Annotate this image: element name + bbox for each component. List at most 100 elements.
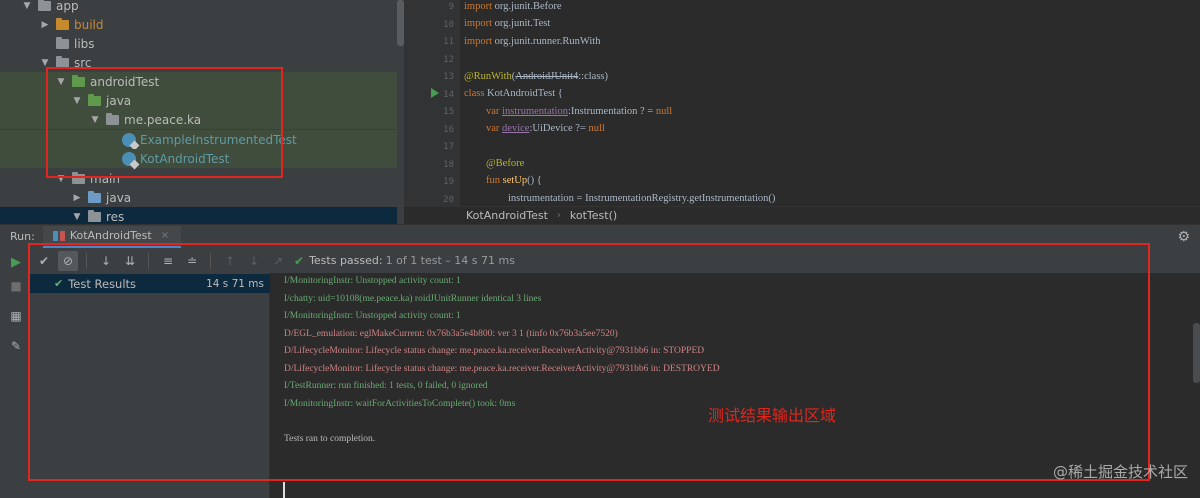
junit-config-icon xyxy=(52,230,65,241)
folder-icon xyxy=(56,36,69,49)
code-line: class KotAndroidTest { xyxy=(464,88,563,99)
console-line: I/MonitoringInstr: waitForActivitiesToCo… xyxy=(284,399,516,409)
sort-alpha-icon[interactable]: ↓ xyxy=(96,251,116,271)
console-line: D/LifecycleMonitor: Lifecycle status cha… xyxy=(284,364,720,374)
chevron-right-icon[interactable]: ▶ xyxy=(72,193,82,203)
package-icon xyxy=(106,112,119,125)
code-line: import org.junit.Before xyxy=(464,1,562,12)
code-line: import org.junit.Test xyxy=(464,18,551,29)
line-number: 9 xyxy=(448,2,454,12)
test-toolbar: ✔ ⊘ ↓ ⇊ ≡ ≐ ↑ ↓ ↗ ✔ Tests passed: 1 of 1… xyxy=(30,248,1200,273)
check-icon[interactable]: ✔ xyxy=(34,251,54,271)
check-icon: ✔ xyxy=(54,277,64,290)
play-icon[interactable]: ▶ xyxy=(8,254,24,270)
project-tree: ▼ app ▶ build libs ▼ src ▼ androidTest ▼… xyxy=(0,0,404,224)
expand-all-icon[interactable]: ≡ xyxy=(158,251,178,271)
breadcrumb-class[interactable]: KotAndroidTest xyxy=(466,209,548,222)
layout-icon[interactable]: ▦ xyxy=(8,308,24,324)
line-number: 12 xyxy=(443,55,454,65)
console-line: Tests ran to completion. xyxy=(284,434,376,444)
line-number: 16 xyxy=(443,125,454,135)
code-line: import org.junit.runner.RunWith xyxy=(464,36,601,47)
chevron-down-icon[interactable]: ▼ xyxy=(22,1,32,11)
toolbar-divider xyxy=(86,252,87,269)
tree-item-package[interactable]: ▼ me.peace.ka xyxy=(0,110,397,129)
tree-item-java-main[interactable]: ▶ java xyxy=(0,188,397,207)
test-status-text: Tests passed: xyxy=(309,254,383,267)
line-number: 19 xyxy=(443,177,454,187)
line-number: 18 xyxy=(443,160,454,170)
tree-item-main[interactable]: ▼ main xyxy=(0,169,397,188)
tree-item-res[interactable]: ▼ res xyxy=(0,207,397,224)
chevron-down-icon[interactable]: ▼ xyxy=(72,96,82,106)
chevron-down-icon[interactable]: ▼ xyxy=(56,77,66,87)
tree-item-kot-test[interactable]: KotAndroidTest xyxy=(0,149,397,168)
code-line: var device:UiDevice ?= null xyxy=(486,123,605,134)
run-tab-title: KotAndroidTest xyxy=(69,229,152,242)
tree-item-libs[interactable]: libs xyxy=(0,34,397,53)
close-icon[interactable]: × xyxy=(161,230,169,241)
console-scrollbar[interactable] xyxy=(1193,323,1200,383)
run-window-header: Run: KotAndroidTest × ⚙ xyxy=(0,224,1200,248)
breadcrumb-method[interactable]: kotTest() xyxy=(570,209,617,222)
toolbar-divider xyxy=(148,252,149,269)
folder-icon xyxy=(88,209,101,222)
folder-icon xyxy=(38,0,51,11)
kotlin-class-icon xyxy=(122,151,136,166)
editor-scrollbar[interactable] xyxy=(1193,0,1200,206)
code-line: @RunWith(AndroidJUnit4::class) xyxy=(464,71,608,82)
tree-item-build[interactable]: ▶ build xyxy=(0,15,397,34)
test-results-row[interactable]: ✔ Test Results 14 s 71 ms xyxy=(30,274,270,293)
folder-icon xyxy=(72,171,85,184)
chevron-down-icon[interactable]: ▼ xyxy=(56,174,66,184)
collapse-all-icon[interactable]: ≐ xyxy=(182,251,202,271)
test-results-tree: ✔ Test Results 14 s 71 ms xyxy=(30,273,270,498)
run-tab[interactable]: KotAndroidTest × xyxy=(42,225,182,248)
console-line: I/MonitoringInstr: Unstopped activity co… xyxy=(284,276,461,286)
tree-item-java-test[interactable]: ▼ java xyxy=(0,91,397,110)
chevron-down-icon[interactable]: ▼ xyxy=(90,115,100,125)
breadcrumb-separator: › xyxy=(556,210,561,221)
kotlin-class-icon xyxy=(122,132,136,147)
chevron-right-icon[interactable]: ▶ xyxy=(40,20,50,30)
tree-item-example-test[interactable]: ExampleInstrumentedTest xyxy=(0,130,397,149)
run-side-toolbar: ▶ ■ ▦ ✎ xyxy=(0,248,30,498)
run-window-body: ▶ ■ ▦ ✎ ✔ ⊘ ↓ ⇊ ≡ ≐ ↑ ↓ ↗ ✔ Tests passed… xyxy=(0,248,1200,498)
chevron-down-icon[interactable]: ▼ xyxy=(72,212,82,222)
check-icon: ✔ xyxy=(294,253,305,268)
run-label: Run: xyxy=(10,230,35,243)
chevron-down-icon[interactable]: ▼ xyxy=(40,58,50,68)
console-line: D/EGL_emulation: eglMakeCurrent: 0x76b3a… xyxy=(284,329,618,339)
folder-icon xyxy=(88,190,101,203)
code-line: fun setUp() { xyxy=(486,175,542,186)
line-number: 15 xyxy=(443,107,454,117)
breadcrumb: KotAndroidTest › kotTest() xyxy=(404,206,1200,224)
up-arrow-icon[interactable]: ↑ xyxy=(220,251,240,271)
pin-icon[interactable]: ✎ xyxy=(8,338,24,354)
stop-icon[interactable]: ■ xyxy=(8,278,24,294)
text-cursor xyxy=(283,482,285,498)
toolbar-divider xyxy=(210,252,211,269)
tree-scrollbar[interactable] xyxy=(397,0,404,46)
tree-item-src[interactable]: ▼ src xyxy=(0,53,397,72)
console-line: I/TestRunner: run finished: 1 tests, 0 f… xyxy=(284,381,488,391)
tree-item-androidtest[interactable]: ▼ androidTest xyxy=(0,72,397,91)
code-line: instrumentation = InstrumentationRegistr… xyxy=(508,193,776,204)
sort-duration-icon[interactable]: ⇊ xyxy=(120,251,140,271)
down-arrow-icon[interactable]: ↓ xyxy=(244,251,264,271)
code-editor[interactable]: 9 10 11 12 13 14 15 16 17 18 19 20 impor… xyxy=(404,0,1200,224)
ignored-icon[interactable]: ⊘ xyxy=(58,250,78,271)
code-line: @Before xyxy=(486,158,525,169)
folder-icon xyxy=(56,55,69,68)
line-number: 13 xyxy=(443,72,454,82)
console-line: I/MonitoringInstr: Unstopped activity co… xyxy=(284,311,461,321)
run-test-gutter-icon[interactable] xyxy=(431,88,439,98)
folder-icon xyxy=(72,74,85,87)
tree-item-app[interactable]: ▼ app xyxy=(0,0,397,15)
console-line: I/chatty: uid=10108(me.peace.ka) roidJUn… xyxy=(284,294,542,304)
gear-icon[interactable]: ⚙ xyxy=(1177,229,1190,245)
folder-icon xyxy=(88,93,101,106)
test-results-time: 14 s 71 ms xyxy=(206,277,264,290)
export-icon[interactable]: ↗ xyxy=(268,251,288,271)
test-status-count: 1 of 1 test – 14 s 71 ms xyxy=(385,254,515,267)
